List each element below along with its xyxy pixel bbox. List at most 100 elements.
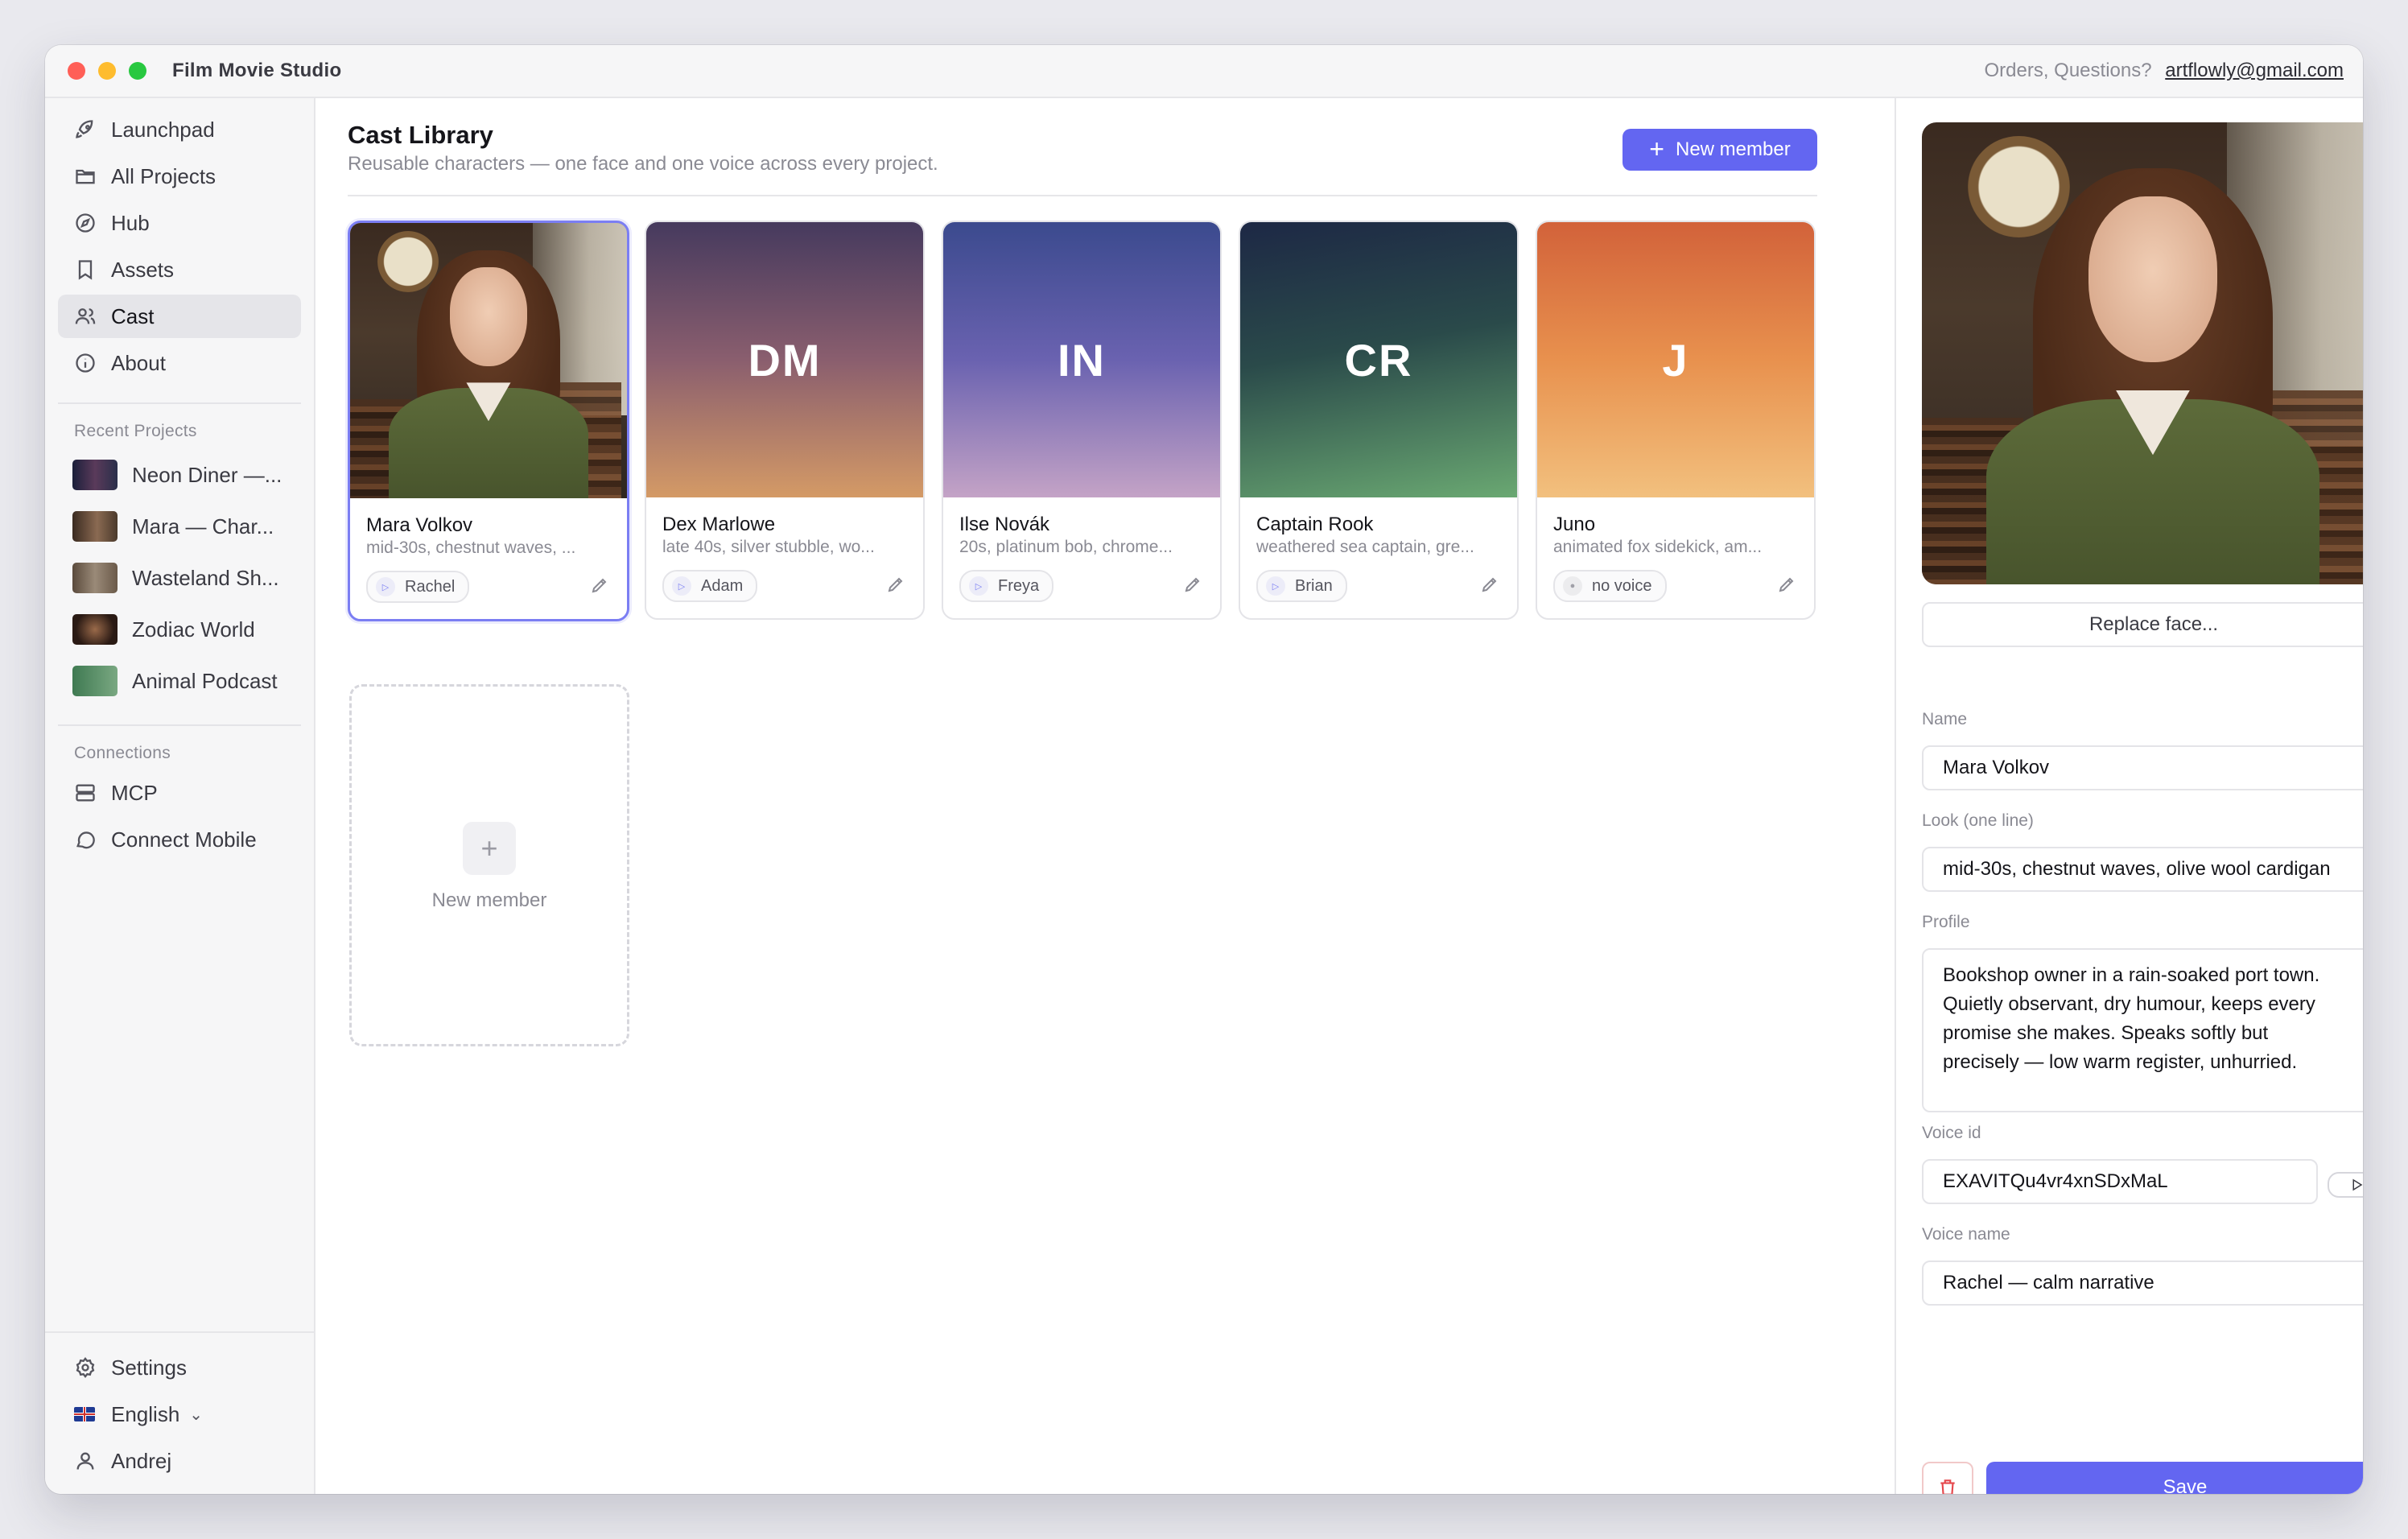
cast-card-captain-rook[interactable]: CR Captain Rook weathered sea captain, g…: [1239, 221, 1519, 620]
name-field[interactable]: Mara Volkov: [1922, 745, 2363, 790]
chevron-down-icon: ⌄: [189, 1405, 204, 1424]
voice-play-button[interactable]: [2328, 1172, 2363, 1198]
minimize-window-button[interactable]: [98, 62, 116, 80]
chat-icon: [76, 831, 95, 849]
connections-heading: Connections: [74, 744, 171, 762]
info-icon: [76, 353, 95, 373]
play-icon: ▷: [672, 576, 691, 596]
cast-card-mara-volkov[interactable]: Mara Volkov mid-30s, chestnut waves, ...…: [348, 221, 629, 621]
sidebar-item-label: MCP: [111, 780, 158, 805]
contact-prefix: Orders, Questions?: [1984, 60, 2152, 81]
header-divider: [348, 195, 1817, 196]
profile-textarea[interactable]: Bookshop owner in a rain-soaked port tow…: [1922, 948, 2363, 1112]
trash-icon: [1940, 1479, 1955, 1494]
profile-label: Profile: [1922, 913, 1970, 931]
voice-status-pill: ● no voice: [1553, 570, 1667, 602]
page-subtitle: Reusable characters — one face and one v…: [348, 153, 938, 175]
recent-project-item[interactable]: Neon Diner —...: [45, 449, 314, 501]
close-window-button[interactable]: [68, 62, 85, 80]
cast-initials: J: [1662, 334, 1689, 386]
edit-icon[interactable]: [886, 575, 905, 594]
add-member-card[interactable]: + New member: [349, 684, 629, 1046]
server-icon: [76, 784, 95, 802]
play-icon: [2352, 1178, 2363, 1191]
voice-id-field[interactable]: EXAVITQu4vr4xnSDxMaL: [1922, 1159, 2318, 1204]
recent-project-label: Mara — Char...: [132, 514, 274, 538]
recent-project-label: Zodiac World: [132, 617, 255, 642]
compass-icon: [76, 213, 95, 233]
title-bar: Film Movie Studio Orders, Questions? art…: [45, 45, 2363, 98]
look-field[interactable]: mid-30s, chestnut waves, olive wool card…: [1922, 847, 2363, 892]
play-icon: ▷: [376, 577, 395, 596]
sidebar-item-launchpad[interactable]: Launchpad: [58, 108, 301, 151]
sidebar-item-all-projects[interactable]: All Projects: [58, 155, 301, 198]
voice-name-field[interactable]: Rachel — calm narrative: [1922, 1260, 2363, 1306]
edit-icon[interactable]: [1480, 575, 1499, 594]
cast-avatar: J: [1537, 222, 1814, 497]
contact-email-link[interactable]: artflowly@gmail.com: [2165, 60, 2344, 81]
edit-icon[interactable]: [590, 576, 609, 595]
voice-preview-button[interactable]: ▷ Rachel: [366, 571, 470, 603]
recent-project-item[interactable]: Wasteland Sh...: [45, 552, 314, 604]
delete-button[interactable]: [1922, 1462, 1973, 1494]
replace-face-button[interactable]: Replace face...: [1922, 602, 2363, 647]
play-icon: ▷: [1266, 576, 1285, 596]
sidebar-item-hub[interactable]: Hub: [58, 201, 301, 245]
cast-card-ilse-novak[interactable]: IN Ilse Novák 20s, platinum bob, chrome.…: [942, 221, 1222, 620]
app-title: Film Movie Studio: [172, 60, 342, 81]
voice-preview-button[interactable]: ▷ Freya: [959, 570, 1054, 602]
cast-initials: CR: [1344, 334, 1413, 386]
voice-preview-button[interactable]: ▷ Adam: [662, 570, 758, 602]
new-member-button[interactable]: + New member: [1623, 129, 1817, 171]
edit-icon[interactable]: [1777, 575, 1796, 594]
bookmark-icon: [78, 260, 93, 280]
language-selector[interactable]: English ⌄: [58, 1393, 301, 1436]
sidebar-item-connect-mobile[interactable]: Connect Mobile: [58, 818, 301, 861]
cast-name: Ilse Novák: [959, 514, 1050, 535]
mic-off-icon: ●: [1563, 576, 1582, 596]
plus-icon: +: [1649, 134, 1664, 163]
recent-project-item[interactable]: Mara — Char...: [45, 501, 314, 552]
user-account[interactable]: Andrej: [58, 1439, 301, 1483]
cast-initials: IN: [1058, 334, 1106, 386]
plus-icon: +: [463, 822, 516, 875]
recent-project-item[interactable]: Zodiac World: [45, 604, 314, 655]
project-thumbnail: [72, 614, 118, 645]
recent-project-item[interactable]: Animal Podcast: [45, 655, 314, 707]
recent-project-label: Neon Diner —...: [132, 462, 282, 487]
voice-preview-button[interactable]: ▷ Brian: [1256, 570, 1347, 602]
sidebar-item-cast[interactable]: Cast: [58, 295, 301, 338]
sidebar-item-settings[interactable]: Settings: [58, 1346, 301, 1389]
cast-description: weathered sea captain, gre...: [1256, 538, 1474, 556]
cast-avatar: IN: [943, 222, 1220, 497]
name-label: Name: [1922, 710, 1968, 728]
project-thumbnail: [72, 666, 118, 696]
voice-name: Rachel: [405, 577, 456, 596]
maximize-window-button[interactable]: [129, 62, 146, 80]
add-member-label: New member: [431, 889, 547, 911]
cast-avatar: CR: [1240, 222, 1517, 497]
gear-icon: [76, 1357, 95, 1378]
sidebar-divider: [58, 724, 301, 726]
sidebar-item-mcp[interactable]: MCP: [58, 771, 301, 815]
sidebar-nav: Launchpad All Projects Hub Assets Cast A…: [45, 98, 314, 385]
window-controls: [68, 62, 146, 80]
sidebar-item-assets[interactable]: Assets: [58, 248, 301, 291]
voice-name: Adam: [701, 576, 744, 595]
member-detail-panel: Replace face... Name Mara Volkov Look (o…: [1895, 98, 2363, 1494]
cast-description: animated fox sidekick, am...: [1553, 538, 1763, 556]
edit-icon[interactable]: [1183, 575, 1202, 594]
cast-card-juno[interactable]: J Juno animated fox sidekick, am... ● no…: [1536, 221, 1816, 620]
page-title: Cast Library: [348, 121, 493, 149]
portrait-photo: [1922, 122, 2363, 584]
cast-description: late 40s, silver stubble, wo...: [662, 538, 875, 556]
uk-flag-icon: [74, 1407, 95, 1421]
sidebar-item-about[interactable]: About: [58, 341, 301, 385]
save-button[interactable]: Save: [1986, 1462, 2363, 1494]
recent-project-label: Wasteland Sh...: [132, 565, 279, 590]
cast-name: Captain Rook: [1256, 514, 1374, 535]
sidebar-item-label: Launchpad: [111, 117, 215, 142]
cast-initials: DM: [748, 334, 822, 386]
cast-card-dex-marlowe[interactable]: DM Dex Marlowe late 40s, silver stubble,…: [645, 221, 925, 620]
look-label: Look (one line): [1922, 811, 2034, 830]
